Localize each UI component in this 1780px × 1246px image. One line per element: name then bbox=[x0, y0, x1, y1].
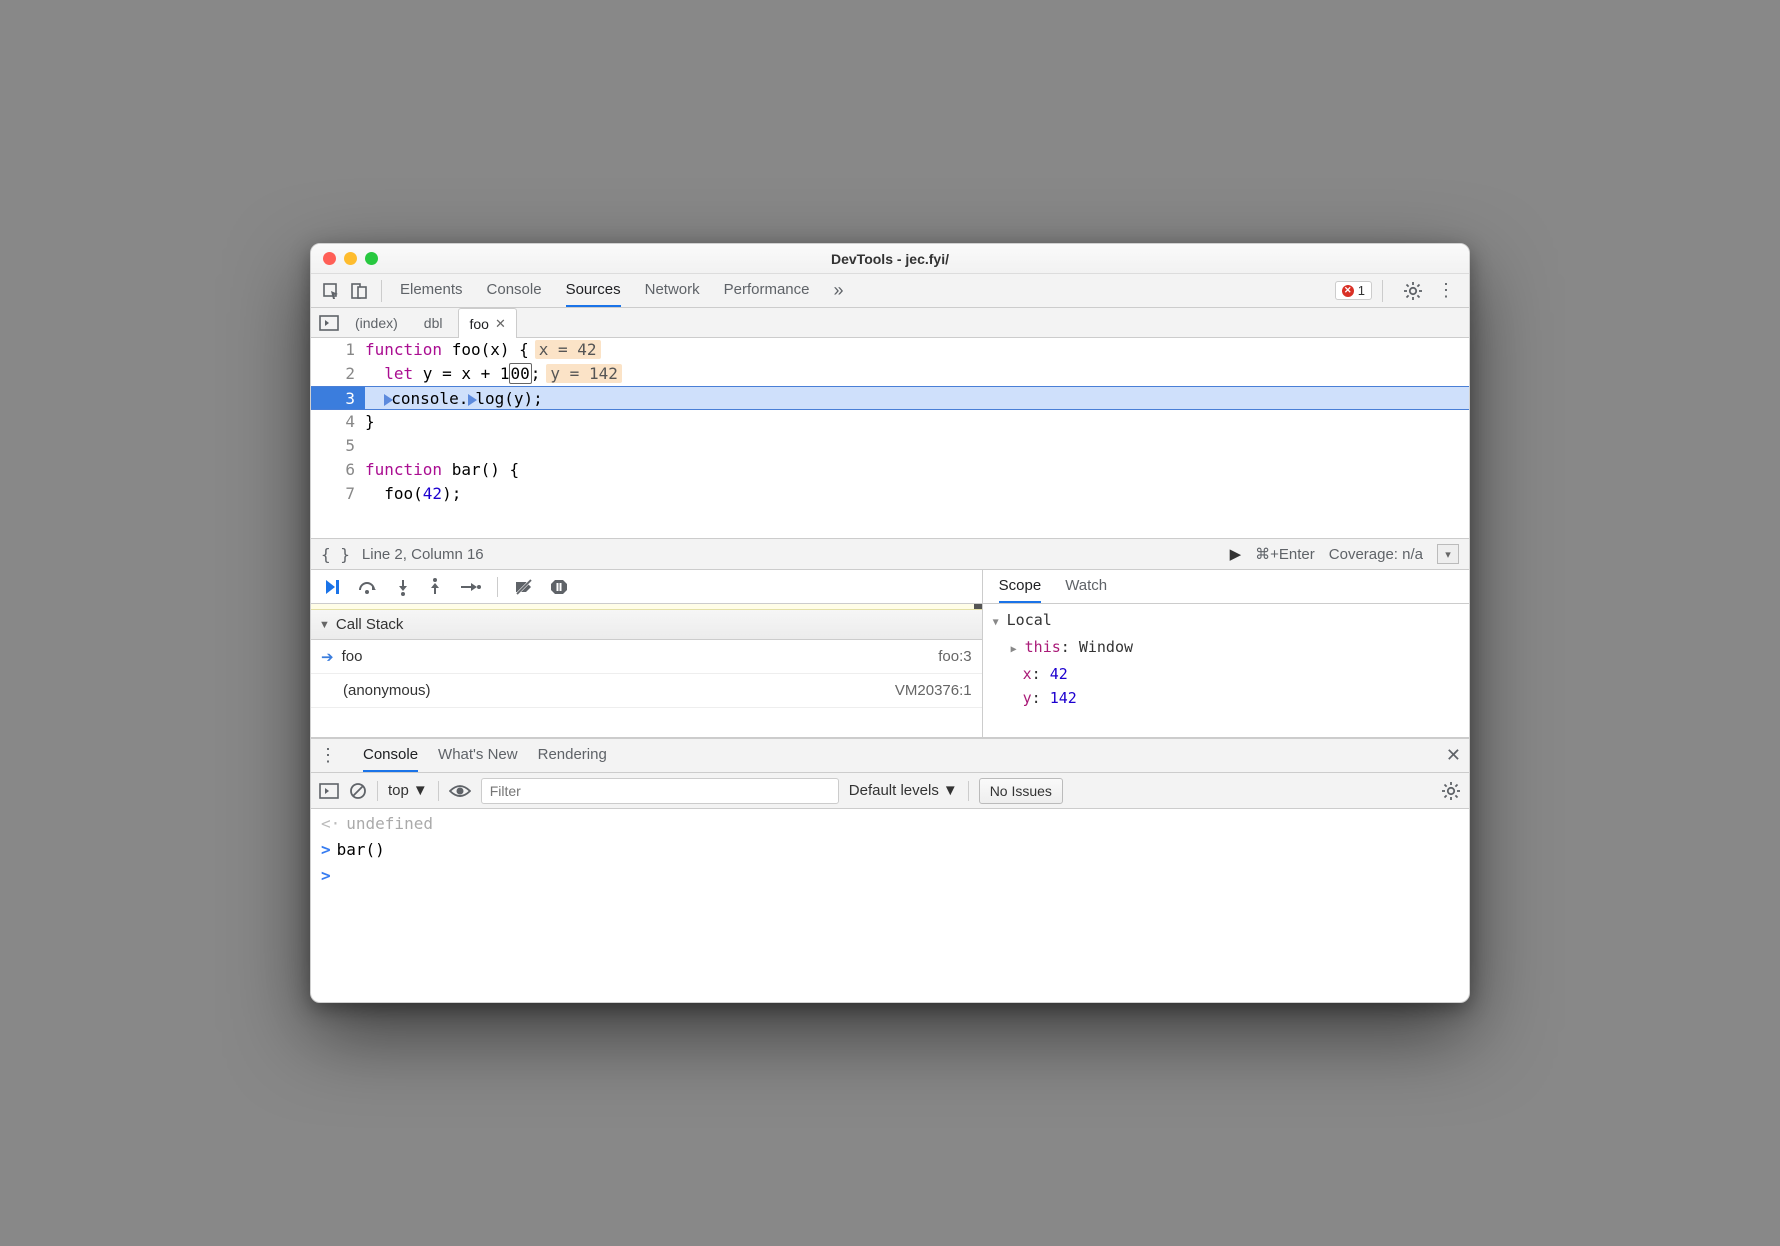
inline-value-hint: x = 42 bbox=[535, 340, 601, 359]
sidebar-toggle-icon[interactable]: ▾ bbox=[1437, 544, 1459, 564]
window-title: DevTools - jec.fyi/ bbox=[311, 251, 1469, 267]
pause-on-exceptions-icon[interactable] bbox=[550, 578, 568, 596]
live-expression-icon[interactable] bbox=[449, 784, 471, 798]
settings-icon[interactable] bbox=[1403, 281, 1423, 301]
chevron-down-icon: ▼ bbox=[943, 782, 958, 799]
tab-scope[interactable]: Scope bbox=[999, 570, 1042, 603]
console-toolbar: top ▼ Default levels ▼ No Issues bbox=[311, 773, 1469, 809]
error-count-badge[interactable]: ✕ 1 bbox=[1335, 281, 1372, 300]
console-output[interactable]: <· undefined > bar() > bbox=[311, 809, 1469, 891]
window-titlebar: DevTools - jec.fyi/ bbox=[311, 244, 1469, 274]
console-sidebar-icon[interactable] bbox=[319, 782, 339, 800]
editor-status-bar: { } Line 2, Column 16 ▶ ⌘+Enter Coverage… bbox=[311, 538, 1469, 570]
source-editor[interactable]: 1 function foo(x) {x = 42 2 let y = x + … bbox=[311, 338, 1469, 538]
step-over-icon[interactable] bbox=[357, 578, 379, 596]
error-count: 1 bbox=[1358, 283, 1365, 298]
call-stack-header[interactable]: ▼ Call Stack bbox=[311, 610, 982, 640]
console-command: bar() bbox=[337, 840, 385, 859]
cursor-position: Line 2, Column 16 bbox=[362, 546, 484, 563]
file-tab-dbl[interactable]: dbl bbox=[414, 308, 453, 337]
devtools-window: DevTools - jec.fyi/ Elements Console Sou… bbox=[310, 243, 1470, 1003]
tab-elements[interactable]: Elements bbox=[400, 274, 463, 307]
panel-tab-bar: Elements Console Sources Network Perform… bbox=[311, 274, 1469, 308]
debugger-toolbar bbox=[311, 570, 982, 604]
step-out-icon[interactable] bbox=[427, 578, 443, 596]
step-icon[interactable] bbox=[459, 578, 481, 596]
pretty-print-icon[interactable]: { } bbox=[321, 545, 350, 564]
scope-variables: ▼Local ▶this: Window x: 42 y: 142 bbox=[983, 604, 1469, 737]
return-prompt-icon: <· bbox=[321, 814, 340, 833]
tab-performance[interactable]: Performance bbox=[724, 274, 810, 307]
tab-console[interactable]: Console bbox=[487, 274, 542, 307]
expand-icon[interactable]: ▶ bbox=[1011, 638, 1021, 662]
debugger-pane: ▼ Call Stack ➔ foo foo:3 (anonymous) VM2… bbox=[311, 570, 1469, 738]
drawer-tab-bar: ⋮ Console What's New Rendering ✕ bbox=[311, 739, 1469, 773]
context-selector[interactable]: top ▼ bbox=[388, 782, 428, 799]
run-snippet-icon[interactable]: ▶ bbox=[1230, 545, 1242, 563]
console-filter[interactable] bbox=[481, 778, 839, 804]
console-return-value: undefined bbox=[346, 814, 433, 833]
editor-cursor: 00 bbox=[510, 364, 531, 383]
line-number[interactable]: 7 bbox=[311, 482, 365, 506]
line-number[interactable]: 2 bbox=[311, 362, 365, 386]
paused-overlay bbox=[311, 604, 982, 610]
expand-icon: ▼ bbox=[319, 619, 330, 631]
drawer-tab-whatsnew[interactable]: What's New bbox=[438, 739, 518, 772]
tab-network[interactable]: Network bbox=[645, 274, 700, 307]
deactivate-breakpoints-icon[interactable] bbox=[514, 578, 534, 596]
step-into-icon[interactable] bbox=[395, 578, 411, 596]
tab-sources[interactable]: Sources bbox=[566, 274, 621, 307]
expand-icon[interactable]: ▼ bbox=[993, 611, 1003, 635]
scope-section-label: Local bbox=[1007, 611, 1052, 629]
filter-input[interactable] bbox=[481, 778, 839, 804]
inline-value-hint: y = 142 bbox=[546, 364, 621, 383]
run-snippet-hint: ⌘+Enter bbox=[1255, 545, 1315, 563]
drawer: ⋮ Console What's New Rendering ✕ top ▼ D… bbox=[311, 738, 1469, 891]
close-tab-icon[interactable]: ✕ bbox=[495, 316, 506, 332]
call-stack-frame[interactable]: (anonymous) VM20376:1 bbox=[311, 674, 982, 708]
more-tabs-icon[interactable]: » bbox=[834, 280, 844, 301]
current-frame-icon: ➔ bbox=[321, 648, 334, 666]
line-number[interactable]: 4 bbox=[311, 410, 365, 434]
drawer-tab-rendering[interactable]: Rendering bbox=[538, 739, 607, 772]
resume-icon[interactable] bbox=[323, 578, 341, 596]
more-options-icon[interactable]: ⋮ bbox=[1437, 280, 1455, 301]
call-stack-frame[interactable]: ➔ foo foo:3 bbox=[311, 640, 982, 674]
line-number[interactable]: 5 bbox=[311, 434, 365, 458]
input-prompt-icon[interactable]: > bbox=[321, 866, 331, 885]
line-number[interactable]: 1 bbox=[311, 338, 365, 362]
inspect-element-icon[interactable] bbox=[319, 279, 343, 303]
coverage-status: Coverage: n/a bbox=[1329, 546, 1423, 563]
chevron-down-icon: ▼ bbox=[413, 782, 428, 799]
error-icon: ✕ bbox=[1342, 285, 1354, 297]
console-settings-icon[interactable] bbox=[1441, 781, 1461, 801]
issues-button[interactable]: No Issues bbox=[979, 778, 1063, 804]
device-toolbar-icon[interactable] bbox=[347, 279, 371, 303]
drawer-more-icon[interactable]: ⋮ bbox=[319, 745, 337, 766]
drawer-tab-console[interactable]: Console bbox=[363, 739, 418, 772]
scope-tab-bar: Scope Watch bbox=[983, 570, 1469, 604]
execution-line: 3 console.log(y); bbox=[311, 386, 1469, 410]
file-tab-index[interactable]: (index) bbox=[345, 308, 408, 337]
close-drawer-icon[interactable]: ✕ bbox=[1446, 745, 1461, 766]
navigator-toggle-icon[interactable] bbox=[319, 314, 339, 332]
file-tab-foo[interactable]: foo ✕ bbox=[458, 308, 516, 338]
file-tab-bar: (index) dbl foo ✕ bbox=[311, 308, 1469, 338]
clear-console-icon[interactable] bbox=[349, 782, 367, 800]
tab-watch[interactable]: Watch bbox=[1065, 570, 1107, 603]
line-number[interactable]: 6 bbox=[311, 458, 365, 482]
line-number[interactable]: 3 bbox=[311, 387, 365, 409]
input-prompt-icon: > bbox=[321, 840, 331, 859]
log-levels-selector[interactable]: Default levels ▼ bbox=[849, 782, 958, 799]
